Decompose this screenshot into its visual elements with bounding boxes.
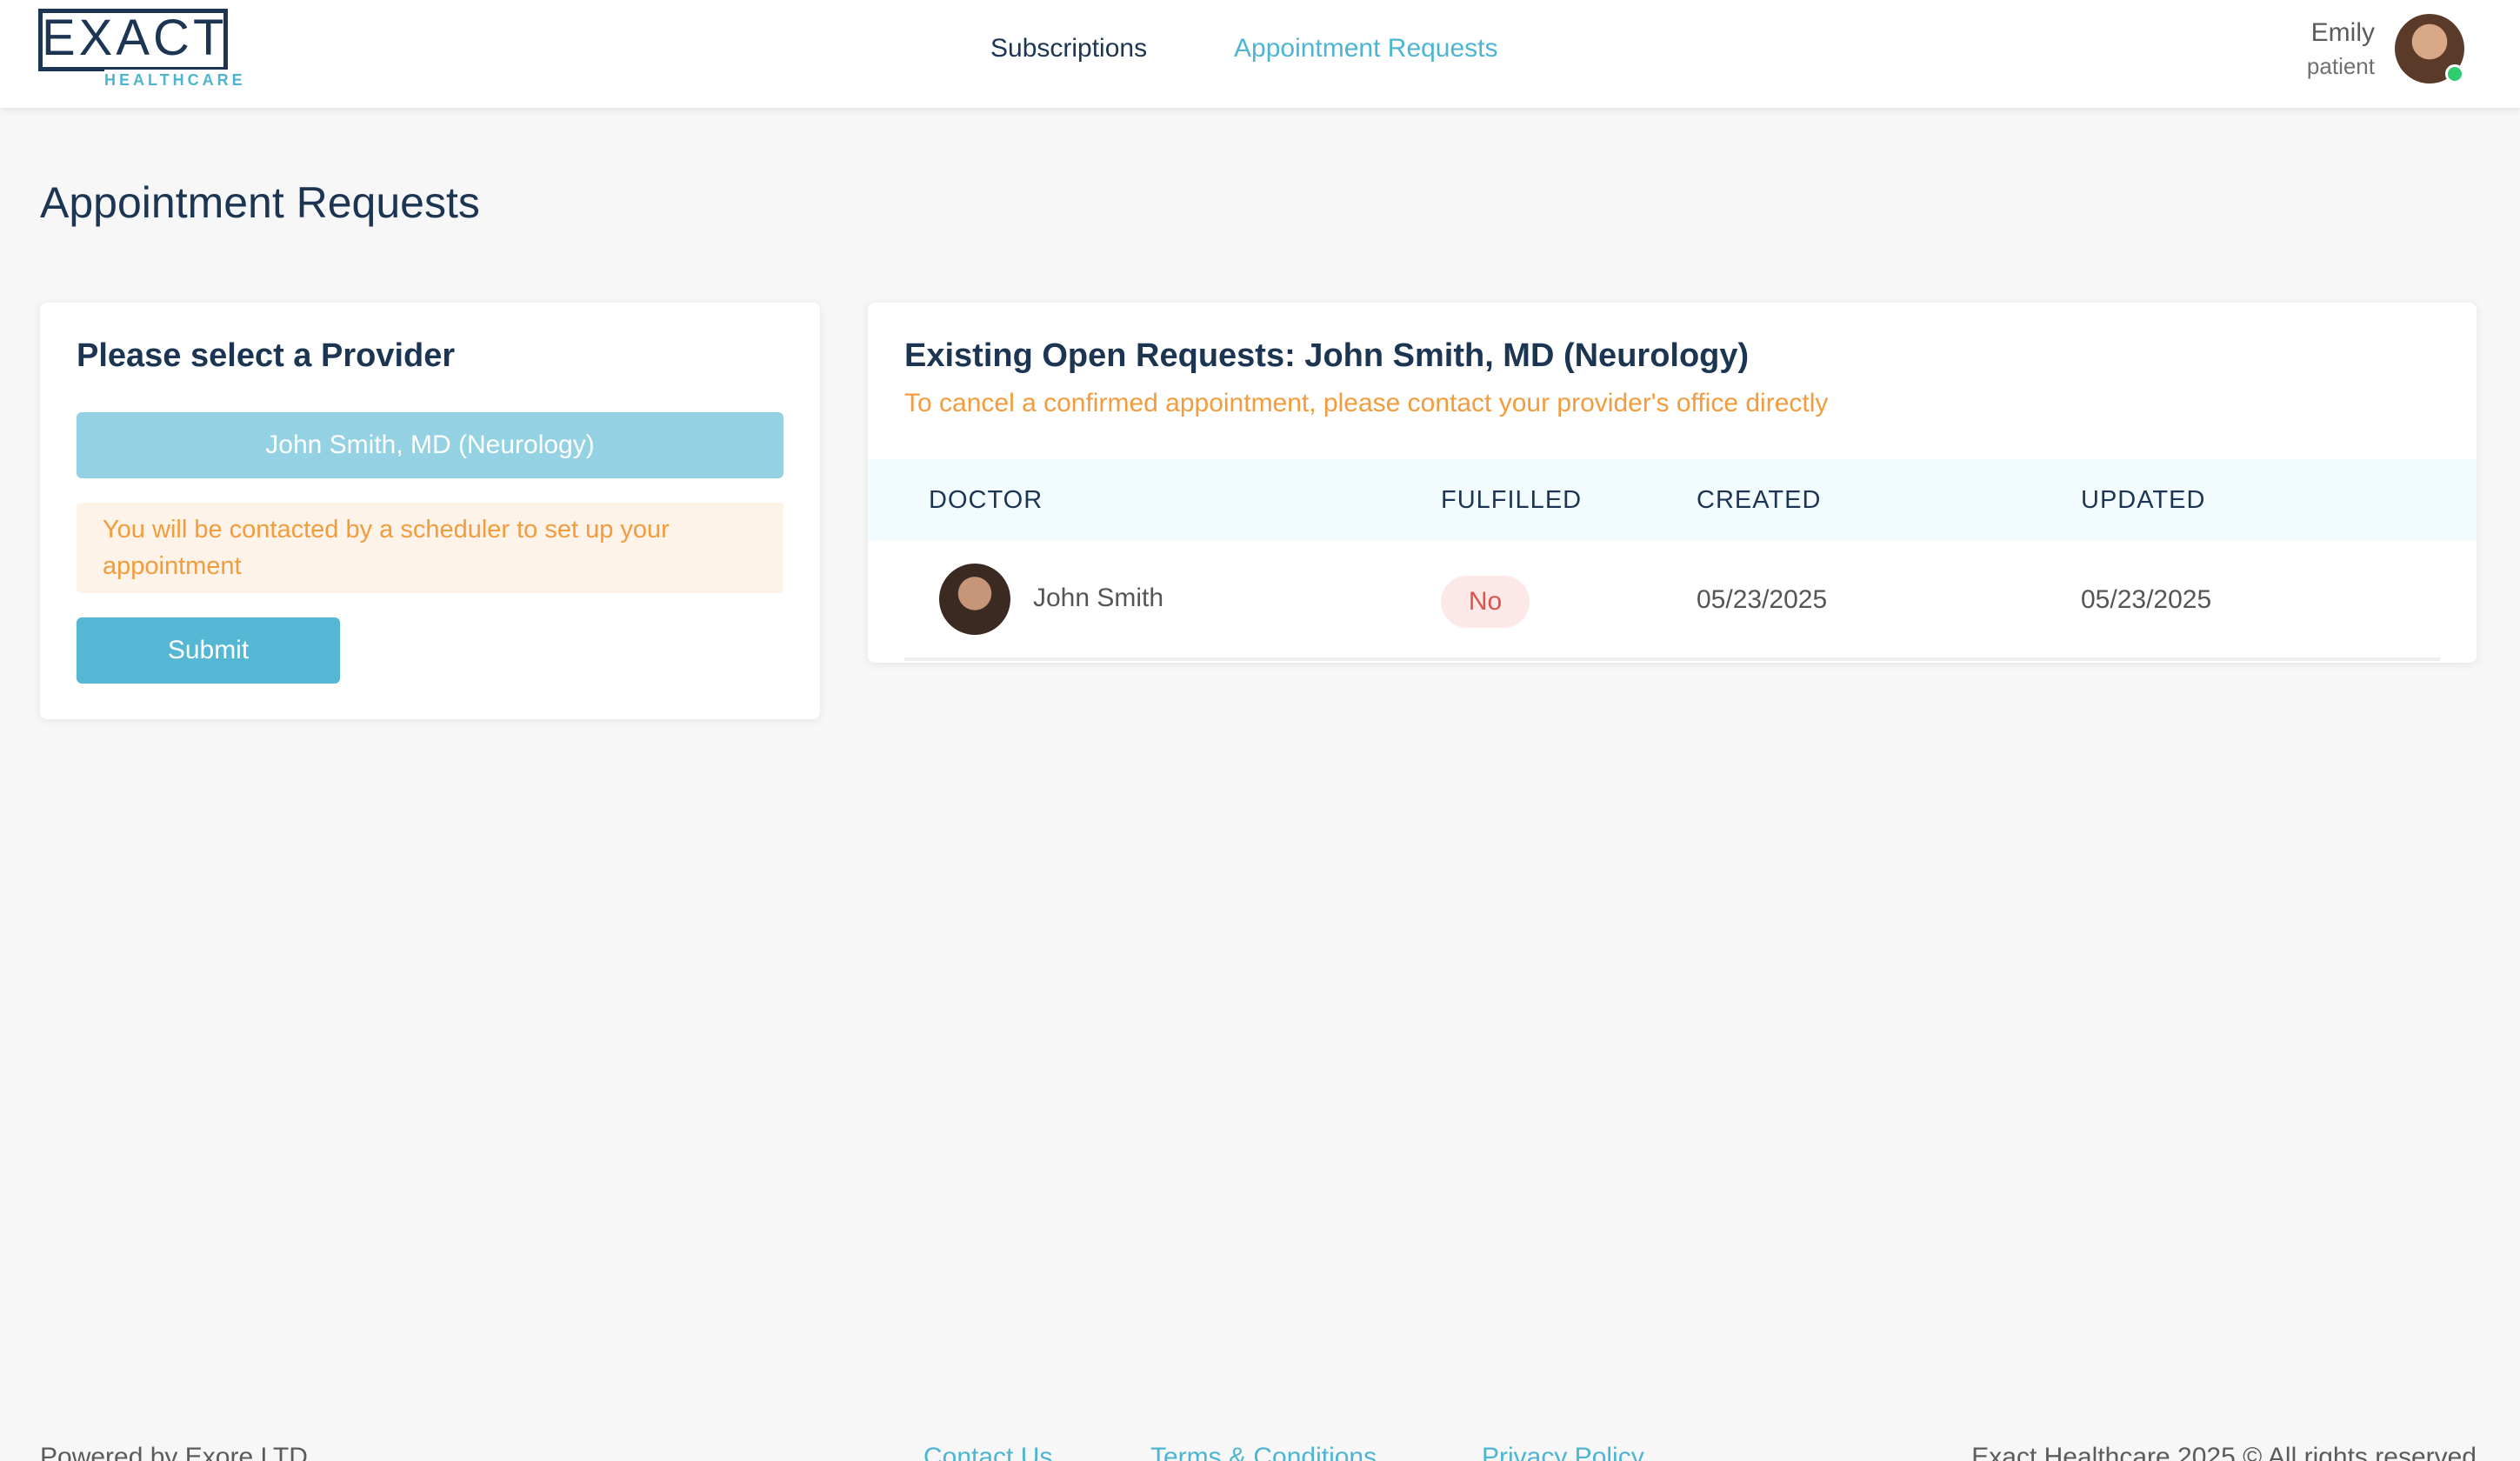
doctor-name: John Smith <box>1033 584 1164 612</box>
column-header-fulfilled: FULFILLED <box>1441 486 1583 514</box>
provider-option-button[interactable]: John Smith, MD (Neurology) <box>77 412 783 478</box>
footer-link-contact[interactable]: Contact Us <box>923 1440 1052 1461</box>
scheduler-notice: You will be contacted by a scheduler to … <box>77 503 783 593</box>
open-requests-card: Existing Open Requests: John Smith, MD (… <box>868 303 2477 663</box>
column-header-created: CREATED <box>1697 486 1822 514</box>
nav-subscriptions[interactable]: Subscriptions <box>990 30 1147 68</box>
cancel-instructions: To cancel a confirmed appointment, pleas… <box>904 389 1829 417</box>
column-header-doctor: DOCTOR <box>929 486 1043 514</box>
created-date: 05/23/2025 <box>1697 585 1828 614</box>
table-row[interactable]: John Smith No 05/23/2025 05/23/2025 <box>904 541 2440 661</box>
provider-select-card: Please select a Provider John Smith, MD … <box>40 303 820 719</box>
updated-date: 05/23/2025 <box>2081 585 2212 614</box>
page-title: Appointment Requests <box>40 178 480 227</box>
powered-by-text: Powered by Exore LTD <box>40 1443 308 1461</box>
copyright-text: Exact Healthcare 2025 © All rights reser… <box>1971 1443 2477 1461</box>
page-footer: Powered by Exore LTD Contact Us Terms & … <box>0 1435 2520 1461</box>
submit-button[interactable]: Submit <box>77 617 340 684</box>
logo-subtitle: HEALTHCARE <box>104 70 246 90</box>
nav-appointment-requests[interactable]: Appointment Requests <box>1234 30 1498 68</box>
provider-card-title: Please select a Provider <box>77 337 456 374</box>
top-navbar: EXACT HEALTHCARE Subscriptions Appointme… <box>0 0 2520 108</box>
doctor-avatar <box>939 564 1010 635</box>
column-header-updated: UPDATED <box>2081 486 2206 514</box>
online-status-indicator <box>2445 64 2464 83</box>
fulfilled-status-badge: No <box>1441 576 1530 628</box>
main-nav: Subscriptions Appointment Requests <box>0 30 2520 68</box>
open-requests-title: Existing Open Requests: John Smith, MD (… <box>904 337 1750 374</box>
user-role: patient <box>2306 53 2375 79</box>
user-name: Emily <box>2310 18 2375 47</box>
footer-link-terms[interactable]: Terms & Conditions <box>1150 1440 1377 1461</box>
requests-table-header: DOCTOR FULFILLED CREATED UPDATED <box>868 459 2477 541</box>
footer-link-privacy[interactable]: Privacy Policy <box>1482 1440 1644 1461</box>
